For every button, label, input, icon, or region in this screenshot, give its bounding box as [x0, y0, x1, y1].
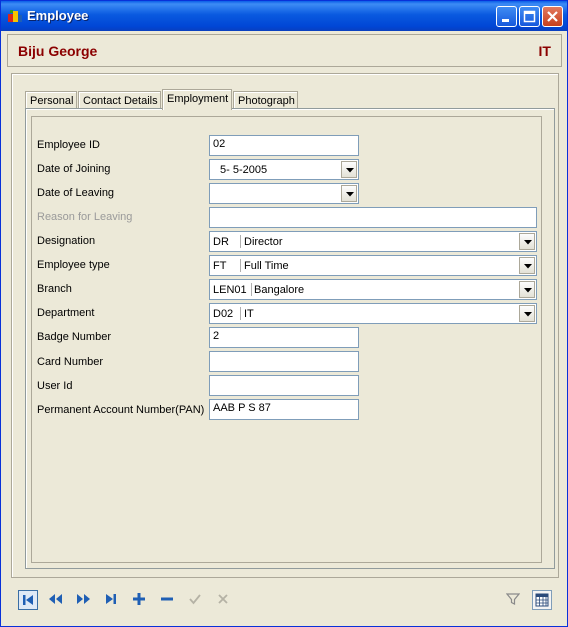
chevron-down-icon	[524, 264, 532, 269]
department-code: D02	[213, 308, 234, 320]
designation-code: DR	[213, 236, 229, 248]
tab-label: Employment	[167, 93, 229, 105]
delete-record-icon	[161, 597, 173, 601]
last-record-button[interactable]	[102, 590, 122, 610]
prior-record-button[interactable]	[46, 590, 66, 610]
employee-type-dropdown-button[interactable]	[519, 257, 535, 274]
branch-code: LEN01	[213, 284, 247, 296]
designation-combo[interactable]: DR Director	[209, 231, 537, 252]
user-id-field[interactable]	[209, 375, 359, 396]
window-title: Employee	[27, 8, 89, 23]
cancel-edit-icon	[218, 594, 228, 604]
employee-department: IT	[538, 43, 551, 59]
branch-dropdown-button[interactable]	[519, 281, 535, 298]
badge-number-label: Badge Number	[37, 331, 111, 343]
next-record-icon	[77, 594, 90, 604]
tab-label: Photograph	[238, 95, 295, 107]
chevron-down-icon	[346, 168, 354, 173]
maximize-button[interactable]	[519, 6, 540, 27]
designation-value: Director	[244, 236, 283, 248]
tab-employment[interactable]: Employment	[162, 89, 232, 110]
delete-record-button[interactable]	[158, 590, 178, 610]
app-icon	[8, 10, 22, 22]
reason-for-leaving-label: Reason for Leaving	[37, 211, 133, 223]
maximize-icon	[523, 10, 536, 23]
close-icon	[547, 11, 558, 22]
tab-contact-details[interactable]: Contact Details	[78, 91, 161, 109]
card-number-label: Card Number	[37, 356, 104, 368]
first-record-icon	[23, 595, 33, 605]
department-combo[interactable]: D02 IT	[209, 303, 537, 324]
department-value: IT	[244, 308, 254, 320]
employee-type-value: Full Time	[244, 260, 289, 272]
combo-separator	[251, 283, 252, 296]
combo-separator	[240, 307, 241, 320]
chevron-down-icon	[524, 312, 532, 317]
cancel-edit-button[interactable]	[214, 590, 234, 610]
tab-label: Contact Details	[83, 95, 158, 107]
date-of-leaving-picker[interactable]	[209, 183, 359, 204]
designation-dropdown-button[interactable]	[519, 233, 535, 250]
employee-type-combo[interactable]: FT Full Time	[209, 255, 537, 276]
pan-field[interactable]: AAB P S 87	[209, 399, 359, 420]
record-navigator-toolbar	[11, 584, 559, 618]
branch-value: Bangalore	[254, 284, 305, 296]
calendar-icon	[535, 593, 549, 607]
minimize-button[interactable]	[496, 6, 517, 27]
prior-record-icon	[49, 594, 62, 604]
chevron-down-icon	[524, 288, 532, 293]
date-of-joining-picker[interactable]: 5- 5-2005	[209, 159, 359, 180]
badge-number-field[interactable]: 2	[209, 327, 359, 348]
date-dropdown-button[interactable]	[341, 185, 357, 202]
add-record-icon	[133, 593, 145, 605]
combo-separator	[240, 259, 241, 272]
next-record-button[interactable]	[74, 590, 94, 610]
minimize-icon	[502, 19, 509, 22]
reason-for-leaving-field[interactable]	[209, 207, 537, 228]
branch-combo[interactable]: LEN01 Bangalore	[209, 279, 537, 300]
title-bar[interactable]: Employee	[1, 1, 567, 31]
employee-name: Biju George	[18, 43, 98, 59]
designation-label: Designation	[37, 235, 96, 247]
date-of-joining-value: 5- 5-2005	[220, 164, 268, 176]
tab-photograph[interactable]: Photograph	[233, 91, 298, 109]
branch-label: Branch	[37, 283, 72, 295]
pan-label: Permanent Account Number(PAN)	[37, 404, 205, 416]
date-of-leaving-label: Date of Leaving	[37, 187, 115, 199]
add-record-button[interactable]	[130, 590, 150, 610]
employee-header-panel: Biju George IT	[7, 34, 562, 67]
filter-button[interactable]	[504, 590, 524, 610]
chevron-down-icon	[524, 240, 532, 245]
first-record-button[interactable]	[18, 590, 38, 610]
department-label: Department	[37, 307, 95, 319]
employee-type-label: Employee type	[37, 259, 110, 271]
date-of-joining-label: Date of Joining	[37, 163, 111, 175]
employee-id-field[interactable]: 02	[209, 135, 359, 156]
employee-id-label: Employee ID	[37, 139, 100, 151]
calendar-button[interactable]	[532, 590, 552, 610]
employee-window: Employee Biju George IT Personal Contact…	[0, 0, 568, 627]
tab-personal[interactable]: Personal	[25, 91, 77, 109]
combo-separator	[240, 235, 241, 248]
filter-icon	[506, 593, 520, 605]
department-dropdown-button[interactable]	[519, 305, 535, 322]
close-button[interactable]	[542, 6, 563, 27]
last-record-icon	[106, 594, 116, 604]
user-id-label: User Id	[37, 380, 73, 392]
date-dropdown-button[interactable]	[341, 161, 357, 178]
post-edit-icon	[189, 594, 201, 605]
chevron-down-icon	[346, 192, 354, 197]
employee-type-code: FT	[213, 260, 227, 272]
card-number-field[interactable]	[209, 351, 359, 372]
tab-label: Personal	[30, 95, 74, 107]
post-edit-button[interactable]	[186, 590, 206, 610]
